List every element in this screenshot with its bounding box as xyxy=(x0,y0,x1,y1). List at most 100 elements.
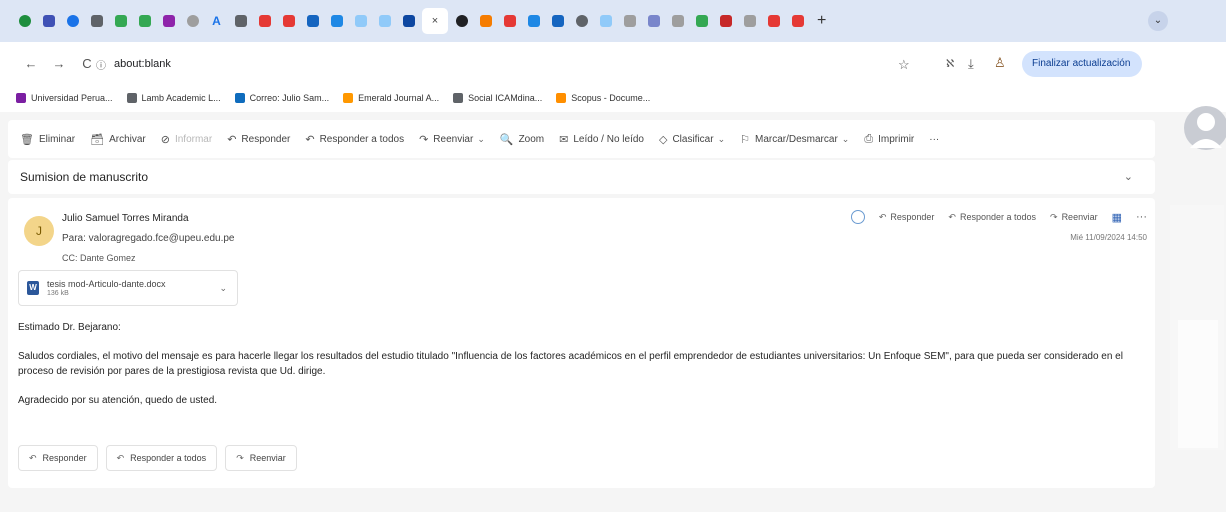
report-icon: ⊘ xyxy=(160,133,170,146)
forward-icon: ↷ xyxy=(419,133,429,146)
bookmark-label: Correo: Julio Sam... xyxy=(249,93,330,103)
reply-button[interactable]: ↶ Responder xyxy=(227,133,290,146)
browser-tab-24[interactable] xyxy=(595,8,616,34)
browser-tab-25[interactable] xyxy=(619,8,640,34)
bookmark-item-0[interactable]: Universidad Perua... xyxy=(16,93,113,103)
url-text[interactable]: about:blank xyxy=(114,58,171,70)
browser-tab-21[interactable] xyxy=(523,8,544,34)
forward-icon[interactable]: → xyxy=(48,56,70,71)
bookmark-item-1[interactable]: Lamb Academic L... xyxy=(126,93,221,103)
browser-tab-6[interactable] xyxy=(158,8,179,34)
browser-tab-5[interactable] xyxy=(134,8,155,34)
message-forward-button[interactable]: ↷ Reenviar xyxy=(1050,212,1098,223)
browser-tab-18[interactable] xyxy=(451,8,472,34)
browser-tab-22[interactable] xyxy=(547,8,568,34)
youtube-app-2-icon xyxy=(282,15,295,27)
downloads-icon[interactable]: ⤓ xyxy=(968,56,974,72)
reply-all-button[interactable]: ↶ Responder a todos xyxy=(305,133,404,146)
report-button[interactable]: ⊘ Informar xyxy=(161,133,212,146)
bookmark-label: Social ICAMdina... xyxy=(468,93,543,103)
bookmark-star-icon[interactable]: ☆ xyxy=(898,57,910,73)
w-app-2-icon xyxy=(743,15,756,27)
new-tab-button[interactable]: + xyxy=(817,12,826,30)
forward-label: Reenviar xyxy=(433,133,474,145)
grid-view-icon[interactable]: ▦ xyxy=(1112,211,1122,224)
browser-tab-27[interactable] xyxy=(667,8,688,34)
bottom-reply-button[interactable]: ↶ Responder xyxy=(18,445,98,471)
bookmark-item-5[interactable]: Scopus - Docume... xyxy=(556,93,650,103)
avatar[interactable]: J xyxy=(24,216,54,246)
red-app-2-icon xyxy=(791,15,804,27)
attachment-card[interactable]: W tesis mod-Articulo-dante.docx 136 kB ⌄ xyxy=(18,270,238,306)
browser-tab-30[interactable] xyxy=(739,8,760,34)
back-icon[interactable]: ← xyxy=(20,56,42,71)
reload-icon[interactable]: C xyxy=(76,56,98,71)
read-unread-button[interactable]: ✉ Leído / No leído xyxy=(559,133,644,146)
profile-picture-icon[interactable] xyxy=(1170,100,1226,156)
delete-button[interactable]: 🗑 Eliminar xyxy=(20,133,75,146)
bookmark-item-4[interactable]: Social ICAMdina... xyxy=(453,93,542,103)
browser-tab-13[interactable] xyxy=(326,8,347,34)
browser-toolbar: ← → C ⓘ about:blank ☆ ℵ ⤓ ♙ Finalizar ac… xyxy=(0,42,1226,95)
browser-tab-7[interactable] xyxy=(182,8,203,34)
browser-tab-11[interactable] xyxy=(278,8,299,34)
browser-tab-29[interactable] xyxy=(715,8,736,34)
chevron-down-icon[interactable]: ⌄ xyxy=(1124,170,1133,183)
browser-tab-1[interactable] xyxy=(38,8,59,34)
reply-button-row: ↶ Responder ↶ Responder a todos ↷ Reenviar xyxy=(18,445,305,471)
mail-reading-pane: 🗑 Eliminar 🗃 Archivar ⊘ Informar ↶ Responder ↶ Re… xyxy=(0,112,1226,512)
browser-tab-3[interactable] xyxy=(86,8,107,34)
browser-tab-8[interactable]: A xyxy=(206,8,227,34)
m-app-icon xyxy=(162,15,175,27)
browser-tab-10[interactable] xyxy=(254,8,275,34)
message-reply-all-button[interactable]: ↶ Responder a todos xyxy=(948,212,1036,223)
flag-button[interactable]: ⚐ Marcar/Desmarcar ⌄ xyxy=(740,133,849,146)
emoji-reaction-icon[interactable] xyxy=(850,210,865,224)
translate-extension-icon[interactable]: ℵ xyxy=(946,57,954,70)
browser-tab-14[interactable] xyxy=(350,8,371,34)
browser-tab-32[interactable] xyxy=(787,8,808,34)
bookmark-item-2[interactable]: Correo: Julio Sam... xyxy=(234,93,330,103)
browser-tab-20[interactable] xyxy=(499,8,520,34)
body-paragraph: Saludos cordiales, el motivo del mensaje… xyxy=(18,351,1123,377)
more-options-icon[interactable]: ··· xyxy=(1136,211,1147,223)
site-info-icon[interactable]: ⓘ xyxy=(96,57,114,72)
browser-tab-12[interactable] xyxy=(302,8,323,34)
print-button[interactable]: ⎙ Imprimir xyxy=(864,133,914,146)
chevron-down-icon[interactable]: ⌄ xyxy=(219,283,227,294)
categorize-button[interactable]: ◇ Clasificar ⌄ xyxy=(659,133,725,146)
browser-tab-17[interactable]: × xyxy=(422,8,448,34)
youtube-app-3-icon xyxy=(503,15,516,27)
finish-update-button[interactable]: Finalizar actualización ⋮ xyxy=(1022,51,1142,95)
archive-button[interactable]: 🗃 Archivar xyxy=(90,133,146,146)
browser-tab-19[interactable] xyxy=(475,8,496,34)
browser-tab-4[interactable] xyxy=(110,8,131,34)
forward-button[interactable]: ↷ Reenviar ⌄ xyxy=(419,133,485,146)
browser-tab-0[interactable] xyxy=(14,8,35,34)
more-commands-button[interactable]: ··· xyxy=(929,134,939,145)
bottom-forward-button[interactable]: ↷ Reenviar xyxy=(225,445,297,471)
browser-tab-31[interactable] xyxy=(763,8,784,34)
bookmark-item-3[interactable]: Emerald Journal A... xyxy=(343,93,439,103)
browser-tab-16[interactable] xyxy=(398,8,419,34)
square-app-icon xyxy=(551,15,564,27)
scopus-icon xyxy=(556,93,567,103)
browser-tab-28[interactable] xyxy=(691,8,712,34)
sender-name[interactable]: Julio Samuel Torres Miranda xyxy=(62,213,189,224)
browser-tab-23[interactable] xyxy=(571,8,592,34)
profile-icon[interactable]: ♙ xyxy=(994,55,1006,71)
doc-app-icon xyxy=(90,15,103,27)
address-bar[interactable]: ⓘ about:blank xyxy=(96,52,891,76)
browser-tab-9[interactable] xyxy=(230,8,251,34)
tab-search-button[interactable]: ⌄ xyxy=(1148,11,1168,31)
more-commands-label: ··· xyxy=(929,133,940,145)
close-icon[interactable]: × xyxy=(432,15,438,27)
bottom-reply-all-button[interactable]: ↶ Responder a todos xyxy=(105,445,218,471)
zoom-button[interactable]: 🔍 Zoom xyxy=(500,133,544,146)
browser-tab-2[interactable] xyxy=(62,8,83,34)
browser-tab-15[interactable] xyxy=(374,8,395,34)
message-date: Mié 11/09/2024 14:50 xyxy=(1070,233,1147,242)
browser-tab-26[interactable] xyxy=(643,8,664,34)
read-unread-icon: ✉ xyxy=(559,133,569,146)
message-reply-button[interactable]: ↶ Responder xyxy=(879,212,935,223)
